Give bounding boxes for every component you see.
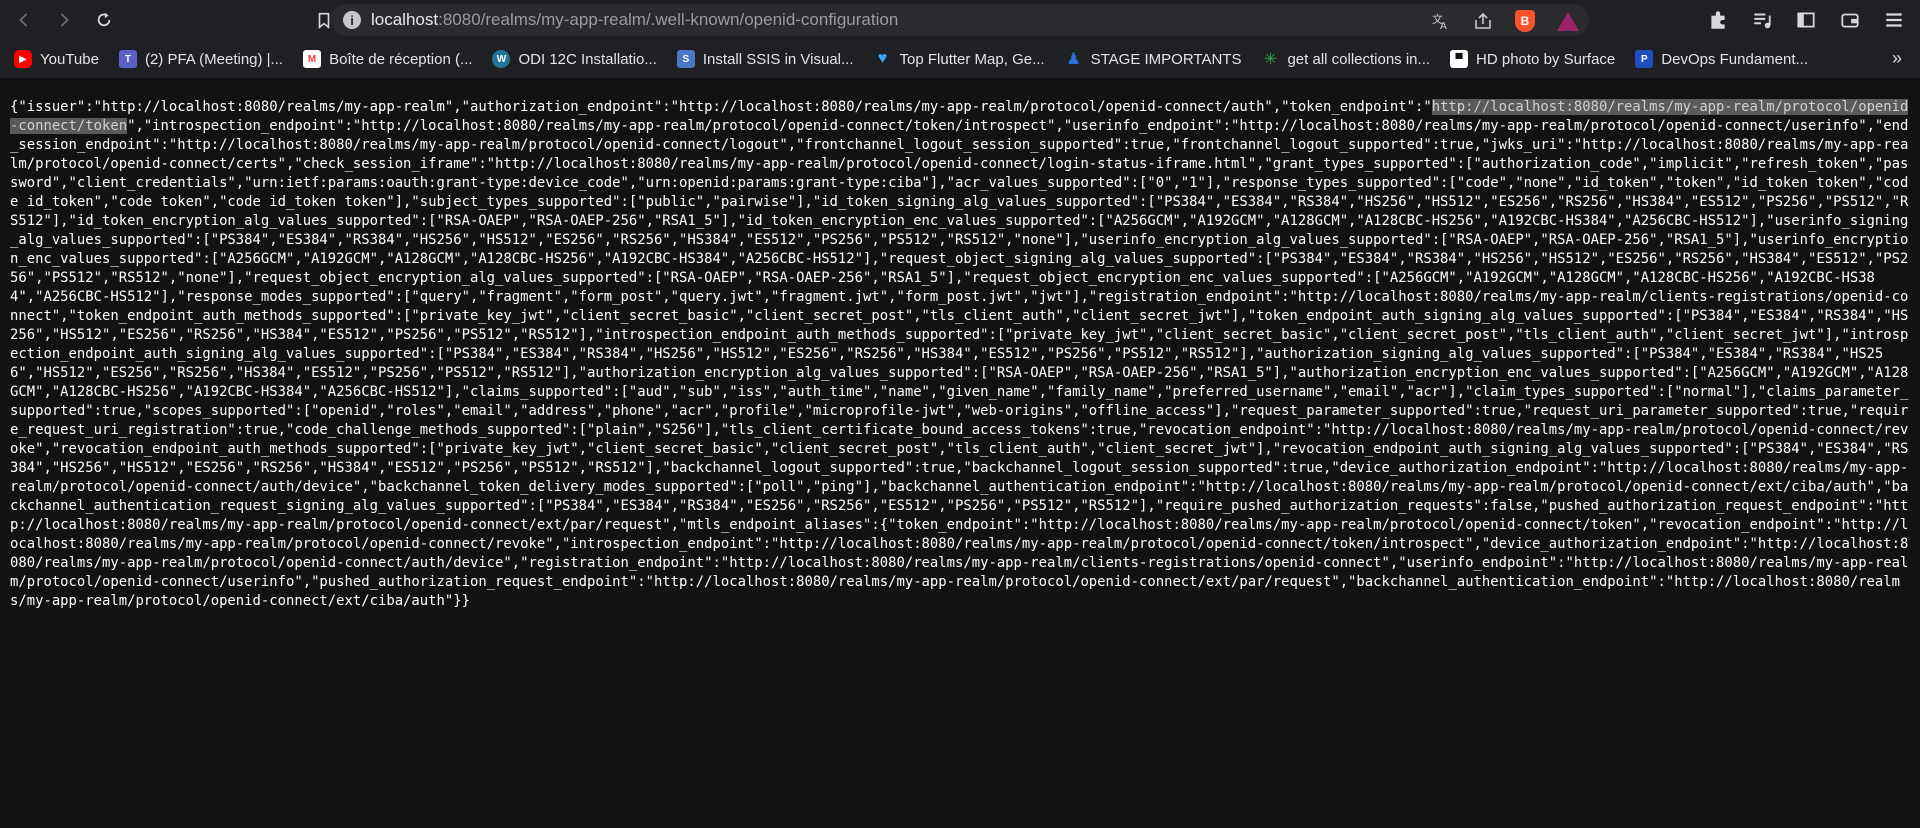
- p-icon: P: [1635, 50, 1654, 68]
- bookmark-gmail[interactable]: M Boîte de réception (...: [289, 44, 478, 74]
- bookmark-odi[interactable]: W ODI 12C Installatio...: [478, 44, 662, 74]
- bookmark-label: (2) PFA (Meeting) |...: [144, 50, 284, 68]
- chevron-right-icon[interactable]: »: [1892, 48, 1902, 69]
- bookmark-collections[interactable]: ✳ get all collections in...: [1247, 44, 1436, 74]
- unsplash-icon: ▀: [1450, 50, 1469, 68]
- bookmark-label: Install SSIS in Visual...: [702, 50, 854, 68]
- address-bar-actions: 文A B: [1431, 10, 1579, 32]
- media-playlist-icon[interactable]: [1750, 8, 1774, 32]
- brave-rewards-icon[interactable]: [1557, 11, 1579, 31]
- bookmarks-bar: ▶ YouTube T (2) PFA (Meeting) |... M Boî…: [0, 40, 1920, 78]
- address-bar[interactable]: i localhost:8080/realms/my-app-realm/.we…: [331, 4, 1589, 36]
- bookmark-devops[interactable]: P DevOps Fundament...: [1621, 44, 1814, 74]
- url-text[interactable]: localhost:8080/realms/my-app-realm/.well…: [371, 10, 898, 30]
- reload-icon: [97, 12, 111, 27]
- menu-icon[interactable]: [1882, 8, 1906, 32]
- bookmark-label: YouTube: [40, 50, 99, 68]
- extensions-icon[interactable]: [1706, 8, 1730, 32]
- ssis-icon: S: [676, 50, 695, 68]
- heart-icon: ♥: [877, 50, 888, 67]
- wallet-icon[interactable]: [1838, 8, 1862, 32]
- site-info-icon[interactable]: i: [343, 11, 361, 29]
- bookmark-ssis[interactable]: S Install SSIS in Visual...: [663, 44, 860, 74]
- bookmark-youtube[interactable]: ▶ YouTube: [0, 44, 105, 74]
- share-icon[interactable]: [1473, 11, 1493, 31]
- gmail-icon: M: [303, 50, 322, 68]
- bookmark-stage[interactable]: ♟ STAGE IMPORTANTS: [1051, 44, 1248, 74]
- toolbar-right-icons: [1706, 8, 1906, 32]
- page-content: {"issuer":"http://localhost:8080/realms/…: [0, 78, 1920, 828]
- url-path: :8080/realms/my-app-realm/.well-known/op…: [438, 10, 899, 29]
- reload-button[interactable]: [88, 4, 120, 36]
- json-text-after-selection: ","introspection_endpoint":"http://local…: [10, 118, 1909, 609]
- bookmark-label: HD photo by Surface: [1476, 50, 1616, 68]
- url-host: localhost: [371, 10, 439, 29]
- translate-icon[interactable]: 文A: [1431, 11, 1451, 31]
- forward-button[interactable]: [48, 4, 80, 36]
- bookmark-teams[interactable]: T (2) PFA (Meeting) |...: [105, 44, 289, 74]
- arrow-left-icon: [19, 13, 28, 27]
- person-icon: ♟: [1066, 51, 1081, 68]
- bookmark-label: ODI 12C Installatio...: [518, 50, 657, 68]
- brave-shields-icon[interactable]: B: [1515, 10, 1535, 32]
- json-document[interactable]: {"issuer":"http://localhost:8080/realms/…: [10, 98, 1910, 611]
- bookmark-label: Boîte de réception (...: [329, 50, 473, 68]
- sidebar-icon[interactable]: [1794, 8, 1818, 32]
- wordpress-icon: W: [492, 50, 511, 68]
- bookmark-label: get all collections in...: [1287, 50, 1431, 68]
- spark-icon: ✳: [1263, 51, 1278, 68]
- bookmark-label: DevOps Fundament...: [1661, 50, 1809, 68]
- json-text-before-selection: {"issuer":"http://localhost:8080/realms/…: [10, 99, 1432, 115]
- browser-toolbar: i localhost:8080/realms/my-app-realm/.we…: [0, 0, 1920, 40]
- bookmark-flutter[interactable]: ♥ Top Flutter Map, Ge...: [860, 44, 1051, 74]
- teams-icon: T: [118, 50, 137, 68]
- svg-text:A: A: [1440, 21, 1447, 31]
- youtube-icon: ▶: [14, 50, 32, 68]
- bookmark-unsplash[interactable]: ▀ HD photo by Surface: [1436, 44, 1621, 74]
- bookmark-label: STAGE IMPORTANTS: [1090, 50, 1242, 68]
- bookmark-label: Top Flutter Map, Ge...: [899, 50, 1045, 68]
- arrow-right-icon: [60, 13, 69, 27]
- back-button[interactable]: [8, 4, 40, 36]
